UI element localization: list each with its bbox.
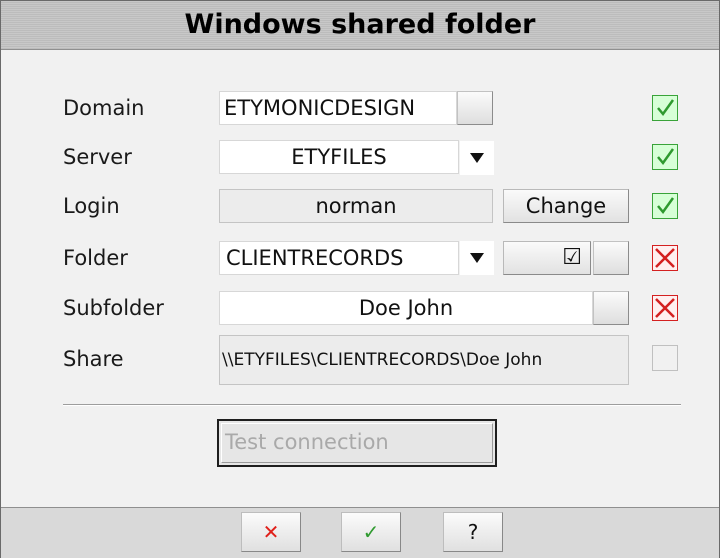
share-path-field: \\ETYFILES\CLIENTRECORDS\Doe John — [219, 335, 629, 385]
ok-button[interactable]: ✓ — [341, 512, 401, 552]
footer-bar: ✕ ✓ ? — [1, 507, 719, 558]
subfolder-status-error-icon — [652, 295, 678, 321]
ok-check-icon: ✓ — [362, 520, 380, 544]
help-icon: ? — [467, 520, 479, 544]
login-status-check-icon — [652, 193, 678, 219]
share-status-indicator — [652, 345, 678, 371]
login-field: norman — [219, 189, 493, 223]
domain-label: Domain — [63, 96, 145, 120]
server-select[interactable]: ETYFILES — [219, 140, 459, 174]
domain-status-check-icon — [652, 95, 678, 121]
folder-label: Folder — [63, 246, 128, 270]
server-label: Server — [63, 145, 132, 169]
folder-dropdown-icon[interactable] — [460, 241, 494, 275]
dialog-title: Windows shared folder — [184, 9, 536, 40]
login-label: Login — [63, 194, 120, 218]
folder-option-checkbox[interactable]: ☑ — [503, 241, 591, 275]
test-connection-bevel — [221, 423, 493, 463]
domain-field[interactable]: ETYMONICDESIGN — [219, 91, 457, 125]
divider — [63, 404, 681, 406]
cancel-button[interactable]: ✕ — [241, 512, 301, 552]
folder-browse-button[interactable] — [593, 241, 629, 275]
subfolder-label: Subfolder — [63, 296, 164, 320]
test-connection-button[interactable]: Test connection — [217, 419, 497, 467]
share-label: Share — [63, 347, 124, 371]
subfolder-browse-button[interactable] — [593, 291, 629, 325]
change-login-button[interactable]: Change — [503, 189, 629, 223]
domain-browse-button[interactable] — [457, 91, 493, 125]
folder-status-error-icon — [652, 245, 678, 271]
server-status-check-icon — [652, 144, 678, 170]
folder-select[interactable]: CLIENTRECORDS — [219, 241, 459, 275]
help-button[interactable]: ? — [443, 512, 503, 552]
subfolder-field[interactable]: Doe John — [219, 291, 593, 325]
server-dropdown-icon[interactable] — [460, 141, 494, 175]
dialog: Windows shared folder Domain ETYMONICDES… — [0, 0, 720, 558]
title-bar: Windows shared folder — [1, 1, 719, 50]
cancel-icon: ✕ — [262, 520, 280, 544]
